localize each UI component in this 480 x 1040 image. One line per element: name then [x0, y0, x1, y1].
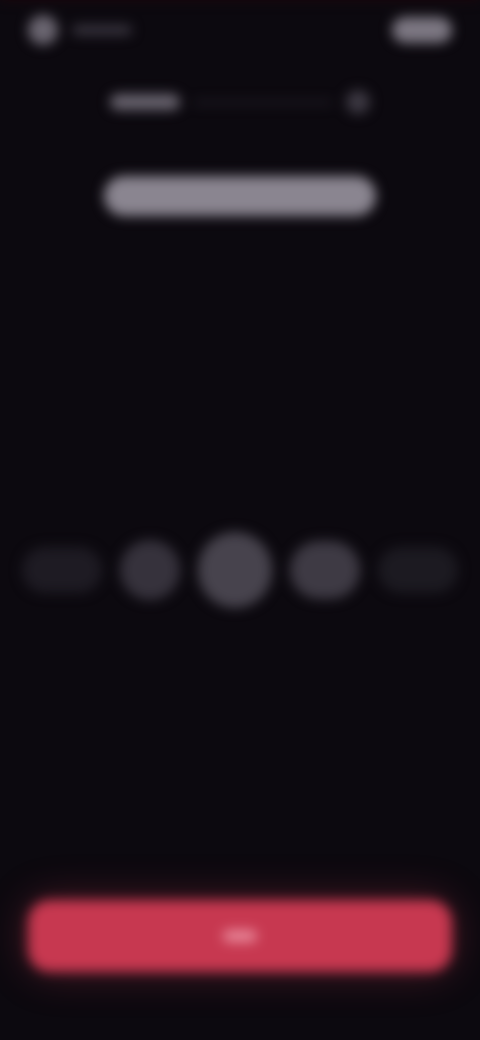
header	[110, 84, 370, 120]
primary-button[interactable]	[28, 900, 452, 972]
segment-option[interactable]	[22, 547, 102, 593]
segment-option-selected[interactable]	[198, 532, 272, 608]
segment-pill	[290, 541, 360, 599]
segment-pill	[120, 540, 180, 600]
status-icon	[28, 15, 58, 45]
menu-icon[interactable]	[346, 90, 370, 114]
status-text	[72, 25, 132, 35]
segment-pill	[198, 532, 272, 608]
header-title	[110, 94, 180, 110]
battery-icon	[392, 17, 452, 43]
primary-button-glyph	[223, 930, 257, 942]
status-bar	[28, 12, 452, 48]
segment-pill	[22, 547, 102, 593]
segment-option[interactable]	[120, 540, 180, 600]
header-divider	[194, 100, 332, 104]
segment-selector[interactable]	[22, 530, 458, 610]
headline	[104, 176, 376, 216]
segment-pill	[378, 547, 458, 593]
segment-option[interactable]	[378, 547, 458, 593]
status-left	[28, 15, 132, 45]
segment-option[interactable]	[290, 541, 360, 599]
